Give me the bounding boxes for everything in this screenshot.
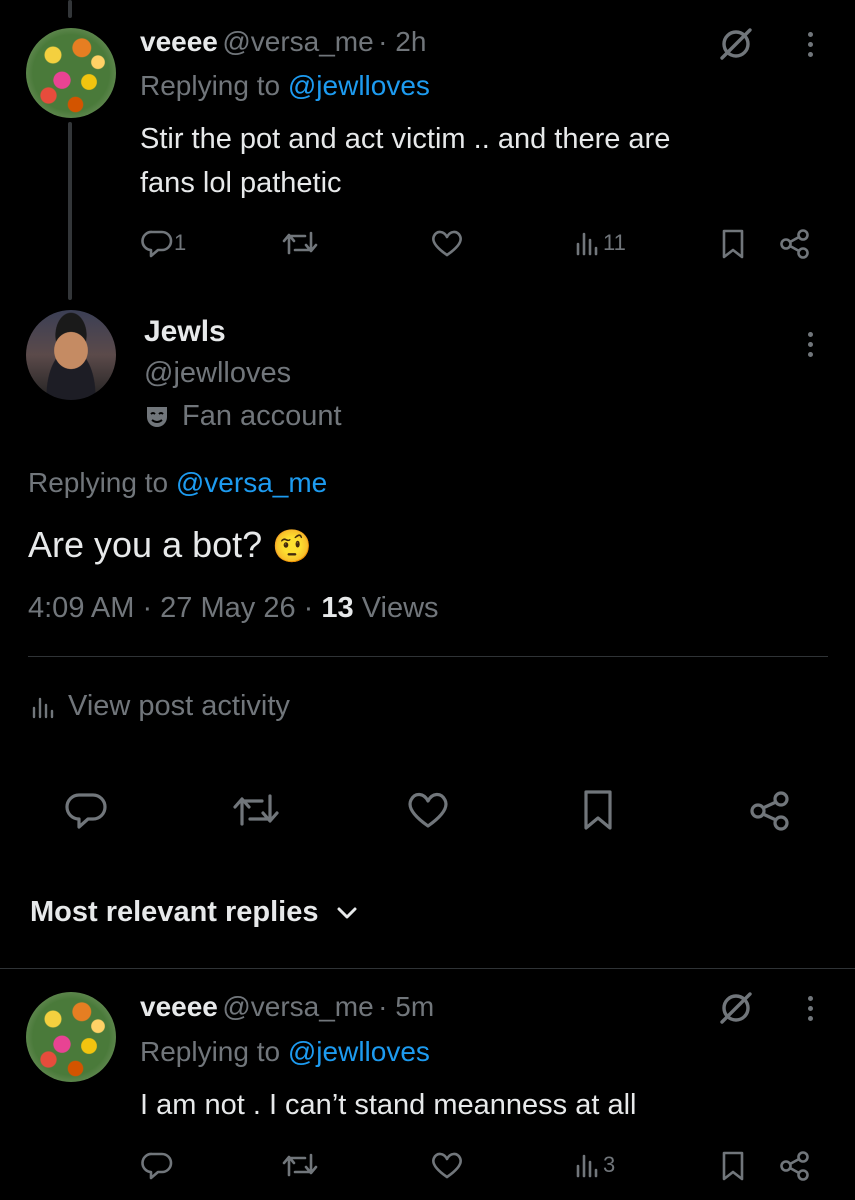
view-count: 11 [603,230,626,255]
account-label: Fan account [144,400,342,433]
replying-prefix: Replying to [140,1036,281,1067]
grok-icon[interactable] [716,26,756,62]
share-button[interactable] [748,790,792,832]
avatar[interactable] [26,992,116,1082]
author-name[interactable]: veeee [140,991,218,1022]
replying-to: Replying to @jewlloves [140,1036,430,1068]
replies-sort-label: Most relevant replies [30,896,319,928]
repost-button[interactable] [230,790,282,830]
more-options-icon[interactable] [806,332,814,357]
bookmark-icon [584,790,612,830]
replying-to-link[interactable]: @jewlloves [288,70,430,101]
timestamp: 4:09 AM · 27 May 26 · [28,592,314,624]
view-post-activity-label: View post activity [68,690,290,722]
share-icon [780,229,809,259]
account-label-text: Fan account [182,400,342,432]
repost-icon [282,1153,318,1177]
author-handle[interactable]: @jewlloves [144,357,291,390]
bookmark-button[interactable] [718,228,748,260]
analytics-icon [576,232,598,256]
more-options-icon[interactable] [806,996,814,1021]
reply-button[interactable] [140,1150,174,1180]
theater-mask-icon [147,406,167,427]
more-options-icon[interactable] [806,32,814,57]
post-text-line: Stir the pot and act victim .. and there… [140,123,671,155]
author-handle[interactable]: @versa_me [222,26,373,57]
bookmark-button[interactable] [718,1150,748,1182]
emoji: 🤨 [272,528,313,564]
post-timestamp: 4:09 AM · 27 May 26 · 13 Views [28,592,439,625]
post-text-line: fans lol pathetic [140,167,342,199]
reply-button[interactable]: 1 [140,228,186,258]
post-header: veeee @versa_me · 2h [140,26,426,58]
divider [0,968,855,969]
reply-icon [65,793,107,829]
author-name[interactable]: Jewls [144,315,226,349]
analytics-icon [576,1154,598,1178]
view-count: 3 [603,1152,616,1177]
replying-prefix: Replying to [140,70,281,101]
main-post-text: Are you a bot? 🤨 [28,524,312,566]
chevron-down-icon [337,907,356,918]
avatar[interactable] [26,28,116,118]
bookmark-button[interactable] [580,788,616,832]
thread-line-top [68,0,72,18]
post-text: Are you a bot? [28,524,263,565]
replying-to-link[interactable]: @versa_me [176,467,327,498]
replying-to: Replying to @jewlloves [140,70,430,102]
reply-icon [141,230,173,258]
divider [28,656,828,657]
grok-icon[interactable] [716,990,756,1026]
views-label: Views [361,592,439,624]
post-text: I am not . I can’t stand meanness at all [140,1089,637,1121]
replies-sort-dropdown[interactable]: Most relevant replies [30,896,359,929]
like-button[interactable] [430,228,464,258]
repost-button[interactable] [280,228,320,258]
post-time: · 5m [378,991,435,1022]
author-handle[interactable]: @versa_me [222,991,373,1022]
replying-to: Replying to @versa_me [28,467,327,499]
share-icon [750,791,789,831]
replying-prefix: Replying to [28,467,169,498]
share-icon [780,1151,809,1181]
reply-button[interactable] [64,790,108,830]
heart-icon [432,230,462,257]
reply-count: 1 [174,230,187,255]
views-count: 13 [321,592,354,624]
heart-icon [432,1152,462,1179]
view-post-activity-link[interactable]: View post activity [30,690,290,723]
repost-icon [282,231,318,255]
like-button[interactable] [430,1150,464,1180]
analytics-icon [32,697,54,718]
like-button[interactable] [406,790,450,830]
author-name[interactable]: veeee [140,26,218,57]
post-time: · 2h [378,26,427,57]
views-button[interactable]: 3 [573,1150,615,1180]
post-header: veeee @versa_me · 5m [140,991,434,1023]
bookmark-icon [722,229,744,259]
bookmark-icon [722,1151,744,1181]
share-button[interactable] [778,228,812,260]
reply-icon [141,1152,173,1180]
repost-button[interactable] [280,1150,320,1180]
replying-to-link[interactable]: @jewlloves [288,1036,430,1067]
avatar[interactable] [26,310,116,400]
share-button[interactable] [778,1150,812,1182]
views-button[interactable]: 11 [573,228,626,258]
thread-line [68,122,72,300]
heart-icon [408,792,448,828]
post-text: Stir the pot and act victim .. and there… [140,117,820,205]
repost-icon [233,794,279,826]
